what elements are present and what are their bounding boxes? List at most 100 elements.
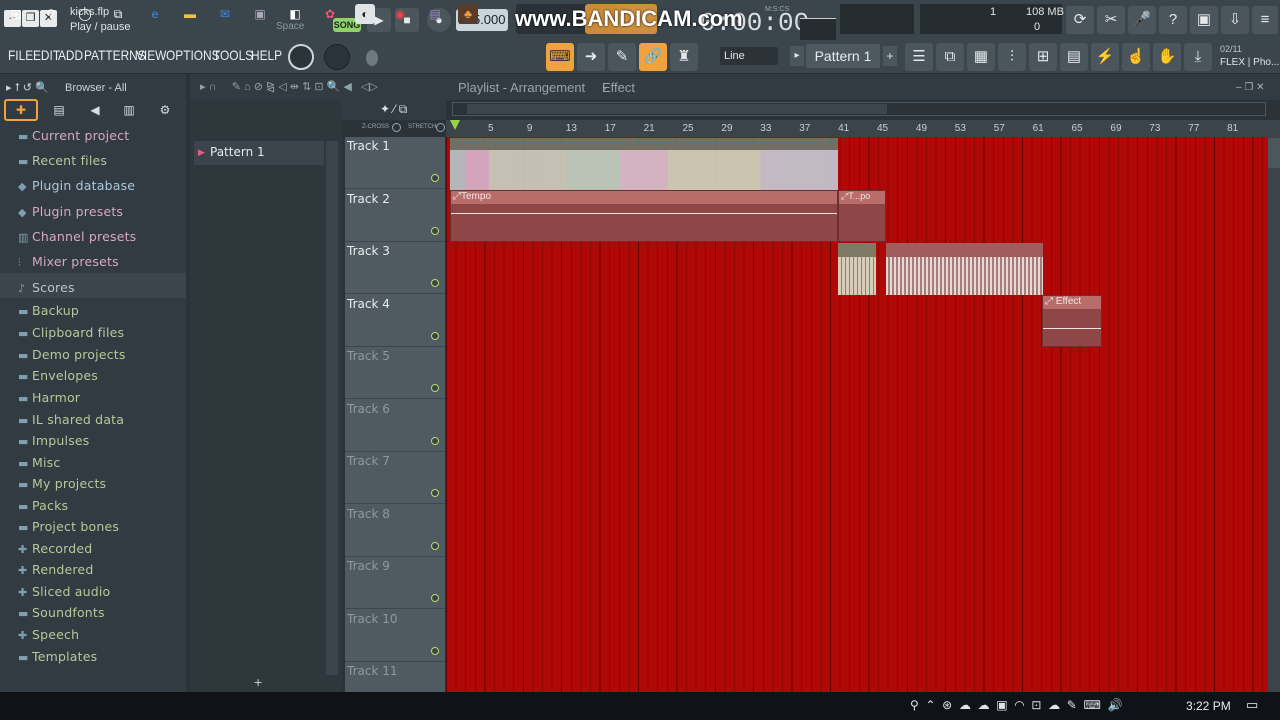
zcross-toggle[interactable] bbox=[392, 123, 401, 132]
pattern-scrollbar[interactable] bbox=[326, 141, 338, 675]
file-explorer-icon[interactable]: ▬ bbox=[180, 4, 200, 24]
track-mute-icon[interactable] bbox=[431, 489, 439, 497]
menu-icon[interactable]: ≡ bbox=[1252, 6, 1278, 34]
horizontal-scrollbar[interactable] bbox=[452, 102, 1266, 116]
browser-item[interactable]: ▬ Envelopes bbox=[18, 366, 98, 386]
system-tray-icons[interactable]: ⚲ ⌃ ⊛ ☁ ☁ ▣ ◠ ⊡ ☁ ✎ ⌨ 🔊 bbox=[910, 698, 1122, 712]
browser-item[interactable]: ✚ Speech bbox=[18, 625, 79, 645]
audio-clip-track1[interactable] bbox=[450, 138, 838, 190]
snap-selector[interactable]: Line bbox=[720, 47, 778, 65]
track-mute-icon[interactable] bbox=[431, 226, 439, 235]
search-icon[interactable]: ⚲ bbox=[41, 4, 61, 24]
app-icon-3[interactable]: ✿ bbox=[320, 4, 340, 24]
menu-add[interactable]: ADD bbox=[58, 47, 83, 63]
browser-item[interactable]: ▬ Impulses bbox=[18, 431, 90, 451]
microphone-icon[interactable]: 🎤 bbox=[1128, 6, 1156, 34]
vertical-scrollbar-thumb[interactable] bbox=[1268, 138, 1280, 168]
vertical-scrollbar[interactable] bbox=[1268, 120, 1280, 692]
browser-item[interactable]: ✚ Recorded bbox=[18, 539, 92, 559]
task-view-icon[interactable]: ⧉ bbox=[108, 4, 128, 24]
app-icon-2[interactable]: ◧ bbox=[285, 4, 305, 24]
app-icon-4[interactable]: ◐ bbox=[355, 4, 375, 24]
browser-item[interactable]: ▬ Clipboard files bbox=[18, 323, 124, 343]
edge-icon[interactable]: e bbox=[145, 4, 165, 24]
plugin-picker-icon[interactable]: ▤ bbox=[1060, 43, 1088, 71]
browser-item[interactable]: ▬ Current project bbox=[18, 126, 129, 146]
track-header[interactable]: Track 5 bbox=[345, 347, 445, 399]
pattern-prev-icon[interactable]: ▸ bbox=[790, 46, 804, 66]
browser-item[interactable]: ♪ Scores bbox=[18, 278, 75, 298]
chrome-icon[interactable]: ◉ bbox=[390, 4, 410, 24]
browser-item[interactable]: ▬ My projects bbox=[18, 474, 106, 494]
add-pattern-bottom-icon[interactable]: + bbox=[254, 674, 262, 690]
browser-item[interactable]: ◆ Plugin presets bbox=[18, 202, 123, 222]
browser-item[interactable]: ▬ Harmor bbox=[18, 388, 80, 408]
playhead-marker-icon[interactable] bbox=[450, 120, 460, 130]
browser-item[interactable]: ▥ Channel presets bbox=[18, 227, 136, 247]
news-text[interactable]: FLEX | Pho... bbox=[1220, 57, 1279, 68]
playlist-window-controls[interactable]: – ❐ ✕ bbox=[1236, 82, 1264, 93]
zoom-tool-icons[interactable]: ✦ ⁄ ⧉ bbox=[380, 102, 407, 117]
browser-files-tab-icon[interactable]: ▤ bbox=[48, 99, 70, 121]
menu-help[interactable]: HELP bbox=[251, 47, 282, 63]
tempo-tapper-icon[interactable]: ✋ bbox=[1153, 43, 1181, 71]
tempo-nudge-knob[interactable] bbox=[366, 50, 378, 66]
project-browser-icon[interactable]: ⊞ bbox=[1029, 43, 1057, 71]
audio-clip-track3-b[interactable] bbox=[886, 243, 1043, 295]
track-header[interactable]: Track 8 bbox=[345, 505, 445, 557]
scrollbar-thumb[interactable] bbox=[467, 104, 887, 114]
menu-view[interactable]: VIEW bbox=[136, 47, 166, 63]
help-icon[interactable]: ? bbox=[1159, 6, 1187, 34]
browser-item[interactable]: ▬ Templates bbox=[18, 647, 97, 667]
stretch-toggle[interactable] bbox=[436, 123, 445, 132]
app-icon-1[interactable]: ▣ bbox=[250, 4, 270, 24]
menu-tools[interactable]: TOOLS bbox=[213, 47, 253, 63]
mixer-icon[interactable]: ⫶ bbox=[998, 43, 1026, 71]
track-mute-icon[interactable] bbox=[431, 646, 439, 655]
browser-speaker-tab-icon[interactable]: ◀ bbox=[84, 99, 106, 121]
plugin-icon[interactable]: ⚡ bbox=[1091, 43, 1119, 71]
browser-item[interactable]: ✚ Sliced audio bbox=[18, 582, 110, 602]
save-icon[interactable]: ▣ bbox=[1190, 6, 1218, 34]
notifications-icon[interactable]: ▭ bbox=[1246, 697, 1258, 713]
add-pattern-icon[interactable]: + bbox=[883, 46, 897, 66]
track-header[interactable]: Track 2 bbox=[345, 190, 445, 242]
track-mute-icon[interactable] bbox=[431, 174, 439, 182]
master-pitch-knob[interactable] bbox=[288, 44, 314, 70]
browser-item[interactable]: ⫶ Mixer presets bbox=[18, 252, 119, 272]
automation-clip-tempo[interactable]: ⤢Tempo bbox=[450, 190, 838, 242]
mixer-stamp-icon[interactable]: ♜ bbox=[670, 43, 698, 71]
track-header[interactable]: Track 4 bbox=[345, 295, 445, 347]
download-icon[interactable]: ⤓ bbox=[1184, 43, 1212, 71]
track-header[interactable]: Track 7 bbox=[345, 452, 445, 504]
cortana-icon[interactable]: ◯ bbox=[75, 4, 95, 24]
typing-keyboard-icon[interactable]: ⌨ bbox=[546, 43, 574, 71]
browser-item[interactable]: ▬ Recent files bbox=[18, 151, 107, 171]
browser-item[interactable]: ▬ IL shared data bbox=[18, 410, 124, 430]
master-volume-knob[interactable] bbox=[324, 44, 350, 70]
clock[interactable]: 3:22 PM bbox=[1186, 699, 1231, 713]
browser-item[interactable]: ✚ Rendered bbox=[18, 560, 93, 580]
touch-controller-icon[interactable]: ☝ bbox=[1122, 43, 1150, 71]
undo-history-icon[interactable]: ⟳ bbox=[1066, 6, 1094, 34]
app-icon-5[interactable]: ▤ bbox=[425, 4, 445, 24]
playlist-tools-icons[interactable]: ▸ ∩ ✎ ⌂ ⊘ ⧎ ◁ ⇹ ⇅ ⊡ 🔍 ◀ ◁▷ bbox=[200, 80, 378, 93]
channel-rack-icon[interactable]: ▦ bbox=[967, 43, 995, 71]
playlist-window-icon[interactable]: ☰ bbox=[905, 43, 933, 71]
automation-clip-tempo-2[interactable]: ⤢T...po bbox=[838, 190, 886, 242]
render-icon[interactable]: ⇩ bbox=[1221, 6, 1249, 34]
browser-item[interactable]: ▬ Project bones bbox=[18, 517, 119, 537]
track-mute-icon[interactable] bbox=[431, 541, 439, 550]
browser-nav-icons[interactable]: ▸ ⭡ ↺ 🔍 bbox=[6, 81, 49, 95]
menu-edit[interactable]: EDIT bbox=[33, 47, 60, 63]
menu-options[interactable]: OPTIONS bbox=[166, 47, 220, 63]
track-mute-icon[interactable] bbox=[431, 331, 439, 340]
browser-settings-icon[interactable]: ⚙ bbox=[154, 99, 176, 121]
browser-item[interactable]: ▬ Backup bbox=[18, 301, 79, 321]
fl-studio-taskbar-icon[interactable]: ♣ bbox=[458, 4, 478, 24]
browser-all-tab-icon[interactable]: ✚ bbox=[4, 99, 38, 121]
tools-icon[interactable]: ✂ bbox=[1097, 6, 1125, 34]
menu-file[interactable]: FILE bbox=[8, 47, 33, 63]
pattern-selector[interactable]: Pattern 1 bbox=[806, 44, 880, 68]
audio-clip-track3-a[interactable] bbox=[838, 243, 876, 295]
